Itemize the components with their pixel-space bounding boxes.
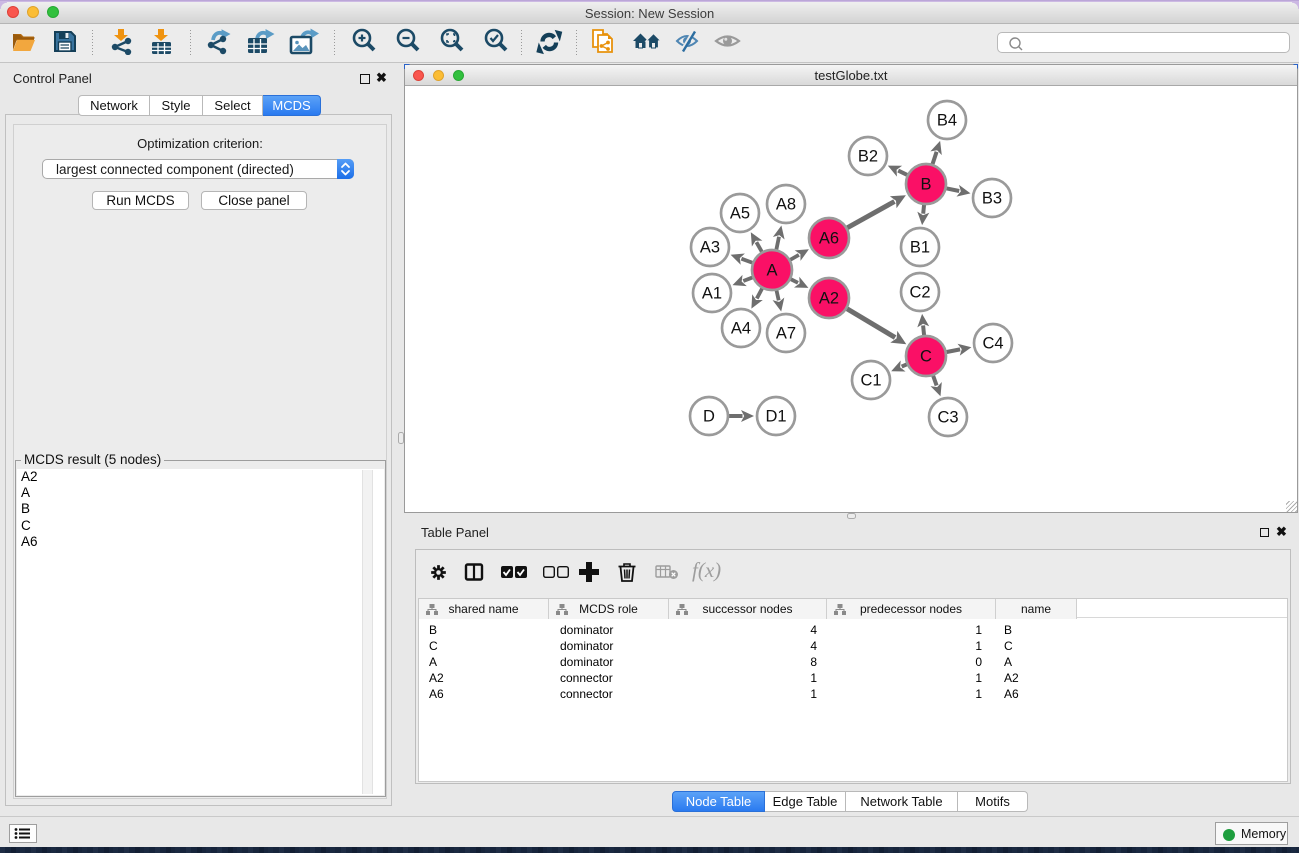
svg-text:A2: A2 [819, 290, 839, 308]
svg-text:B4: B4 [937, 112, 957, 130]
svg-text:B3: B3 [982, 190, 1002, 208]
svg-text:C2: C2 [909, 284, 930, 302]
svg-text:A5: A5 [730, 205, 750, 223]
svg-text:B1: B1 [910, 239, 930, 257]
svg-text:D: D [703, 408, 715, 426]
svg-text:C1: C1 [860, 372, 881, 390]
svg-text:A6: A6 [819, 230, 839, 248]
svg-text:A7: A7 [776, 325, 796, 343]
svg-text:A: A [766, 262, 777, 280]
svg-text:A4: A4 [731, 320, 751, 338]
svg-text:A3: A3 [700, 239, 720, 257]
svg-text:B2: B2 [858, 148, 878, 166]
svg-text:D1: D1 [765, 408, 786, 426]
svg-text:A8: A8 [776, 196, 796, 214]
svg-text:C3: C3 [937, 409, 958, 427]
svg-text:A1: A1 [702, 285, 722, 303]
svg-text:C: C [920, 348, 932, 366]
svg-text:B: B [920, 176, 931, 194]
svg-text:C4: C4 [982, 335, 1003, 353]
